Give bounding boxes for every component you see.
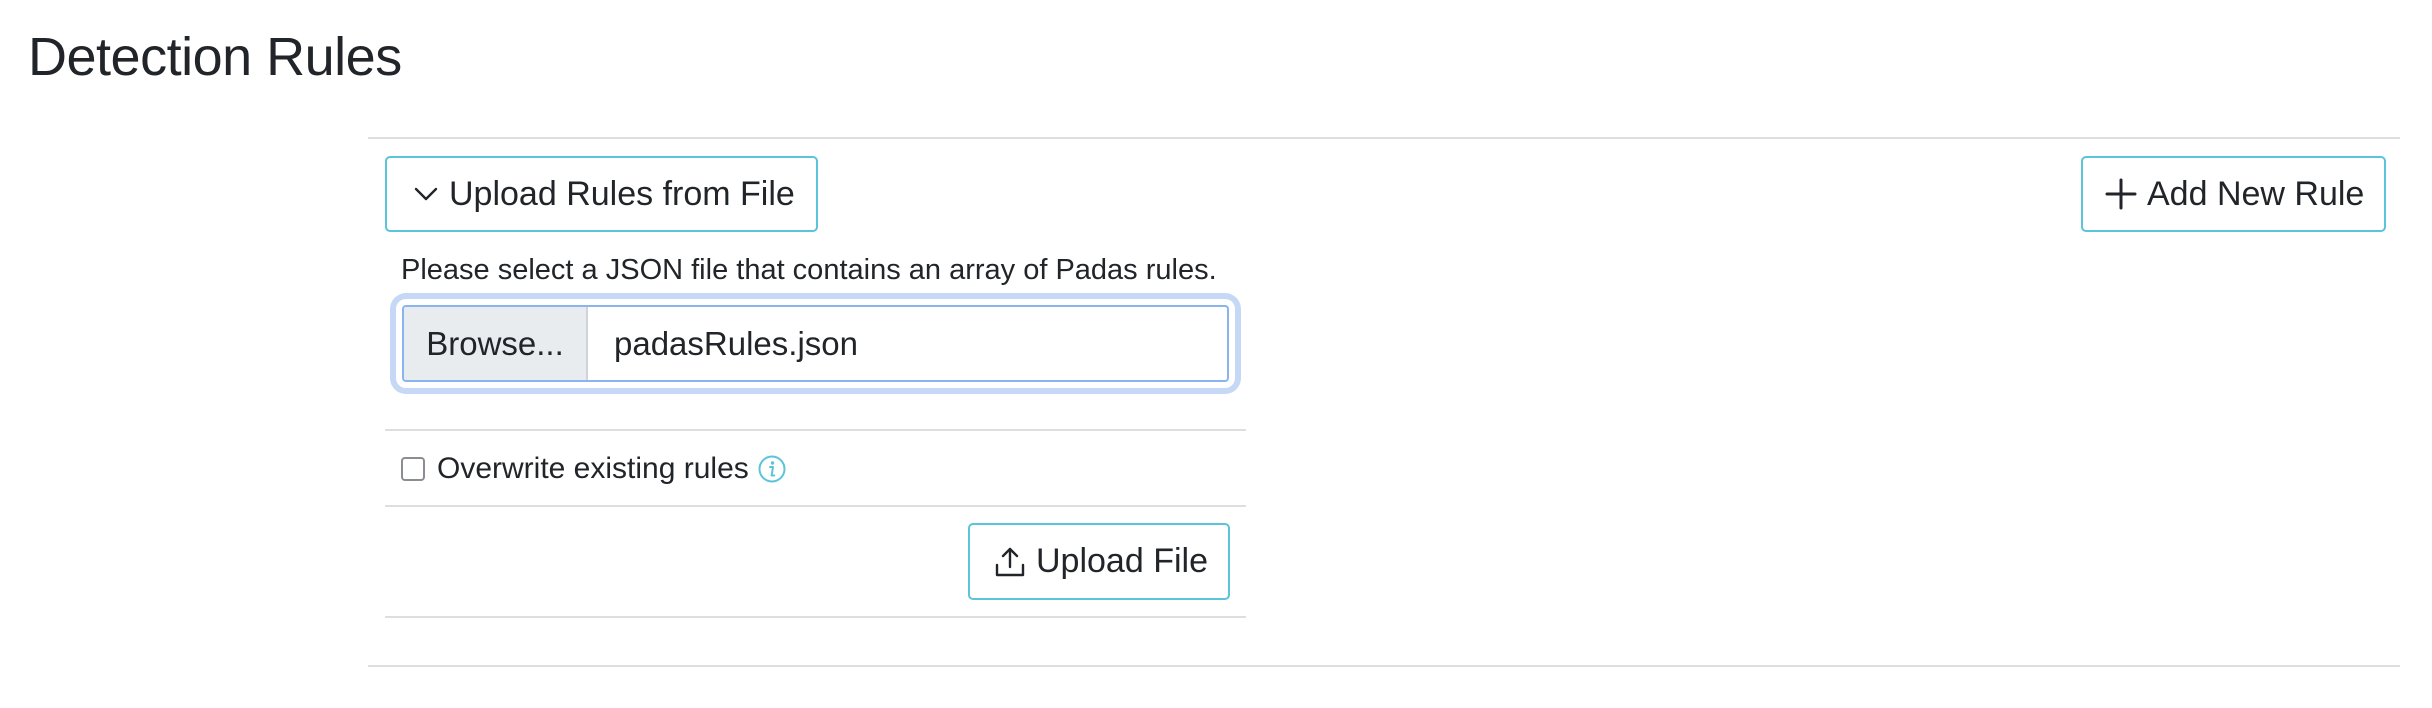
overwrite-option: Overwrite existing rules — [401, 447, 787, 491]
file-input-focus-ring: Browse... padasRules.json — [396, 299, 1235, 388]
upload-file-button[interactable]: Upload File — [968, 523, 1230, 600]
add-new-rule-button[interactable]: Add New Rule — [2081, 156, 2386, 232]
plus-icon — [2105, 178, 2137, 210]
upload-rules-toggle-label: Upload Rules from File — [449, 174, 795, 213]
overwrite-label[interactable]: Overwrite existing rules — [437, 452, 749, 486]
selected-file-name: padasRules.json — [614, 324, 858, 362]
upload-icon — [994, 546, 1026, 578]
upload-file-label: Upload File — [1036, 542, 1208, 580]
file-select-help-text: Please select a JSON file that contains … — [401, 254, 1217, 286]
page-title: Detection Rules — [28, 27, 402, 87]
file-input[interactable]: Browse... padasRules.json — [402, 305, 1229, 382]
form-divider — [385, 505, 1246, 507]
form-divider — [385, 429, 1246, 431]
bottom-divider — [368, 665, 2400, 667]
browse-button[interactable]: Browse... — [404, 307, 588, 380]
form-divider — [385, 616, 1246, 618]
top-divider — [368, 137, 2400, 139]
upload-rules-toggle-button[interactable]: Upload Rules from File — [385, 156, 818, 232]
chevron-down-icon — [413, 181, 439, 207]
info-icon[interactable] — [757, 454, 787, 484]
overwrite-checkbox[interactable] — [401, 457, 425, 481]
add-new-rule-label: Add New Rule — [2147, 174, 2365, 213]
